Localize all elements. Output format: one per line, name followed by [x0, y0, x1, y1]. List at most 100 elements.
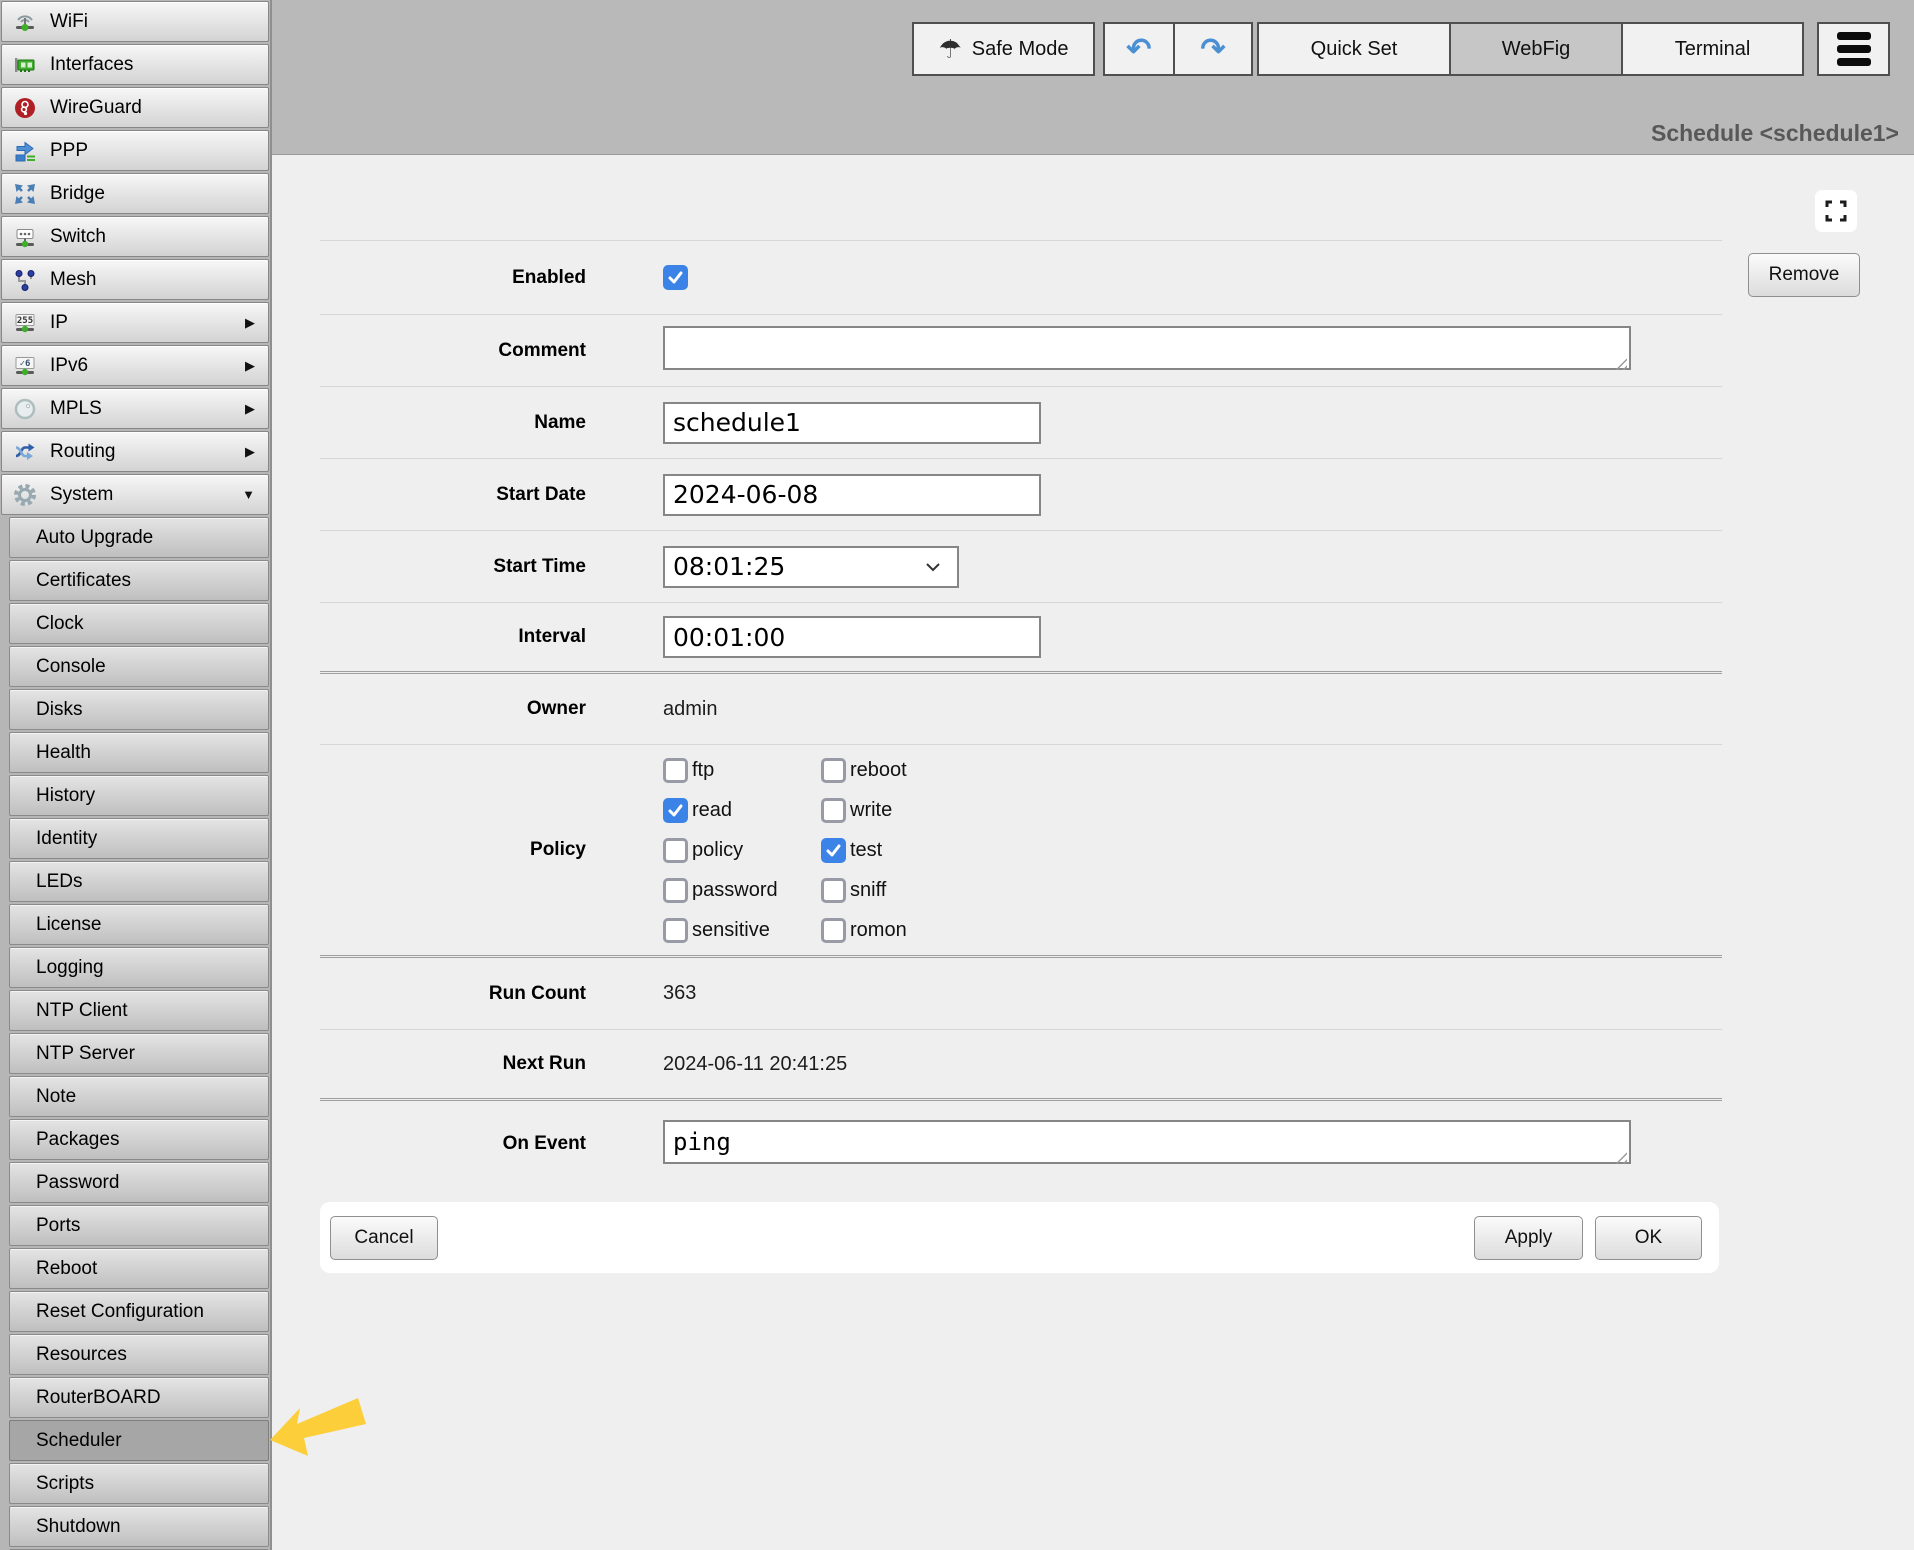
sidebar-item-leds[interactable]: LEDs — [9, 861, 269, 902]
ppp-icon — [11, 138, 39, 164]
sidebar-item-label: MPLS — [50, 398, 102, 420]
enabled-checkbox[interactable] — [663, 265, 688, 290]
sidebar-item-clock[interactable]: Clock — [9, 603, 269, 644]
form-row-interval: Interval — [320, 602, 1722, 671]
policy-label: Policy — [320, 839, 586, 861]
sidebar-item-wireguard[interactable]: WireGuard — [1, 87, 269, 128]
sidebar-item-health[interactable]: Health — [9, 732, 269, 773]
start-time-select[interactable]: 08:01:25 — [663, 546, 959, 588]
sidebar-item-bridge[interactable]: Bridge — [1, 173, 269, 214]
interval-input[interactable] — [663, 616, 1041, 658]
on-event-input[interactable]: ping — [663, 1120, 1631, 1164]
sidebar-item-label: Mesh — [50, 269, 96, 291]
sidebar-item-scripts[interactable]: Scripts — [9, 1463, 269, 1504]
policy-sensitive-checkbox[interactable] — [663, 918, 688, 943]
sidebar-item-ip[interactable]: 255 IP ▶ — [1, 302, 269, 343]
sidebar-item-ipv6[interactable]: ✓6 IPv6 ▶ — [1, 345, 269, 386]
sidebar-item-disks[interactable]: Disks — [9, 689, 269, 730]
sidebar-item-password[interactable]: Password — [9, 1162, 269, 1203]
enabled-label: Enabled — [320, 267, 586, 289]
switch-icon — [11, 224, 39, 250]
chevron-right-icon: ▶ — [245, 358, 255, 374]
policy-reboot-checkbox[interactable] — [821, 758, 846, 783]
undo-button[interactable]: ↶ — [1103, 22, 1175, 76]
form-row-comment: Comment — [320, 314, 1722, 386]
policy-password-checkbox[interactable] — [663, 878, 688, 903]
owner-label: Owner — [320, 698, 586, 720]
chevron-down-icon: ▼ — [242, 487, 255, 502]
tab-webfig[interactable]: WebFig — [1449, 22, 1623, 76]
sidebar-item-label: WireGuard — [50, 97, 142, 119]
sidebar-item-license[interactable]: License — [9, 904, 269, 945]
sidebar-item-ports[interactable]: Ports — [9, 1205, 269, 1246]
policy-write-checkbox[interactable] — [821, 798, 846, 823]
cancel-button[interactable]: Cancel — [330, 1216, 438, 1260]
sidebar-item-routerboard[interactable]: RouterBOARD — [9, 1377, 269, 1418]
action-bar: Cancel Apply OK — [320, 1202, 1719, 1273]
on-event-label: On Event — [320, 1133, 586, 1155]
sidebar-item-label: WiFi — [50, 11, 88, 33]
redo-button[interactable]: ↷ — [1173, 22, 1253, 76]
sidebar-item-auto-upgrade[interactable]: Auto Upgrade — [9, 517, 269, 558]
expand-icon — [1823, 198, 1849, 224]
chevron-right-icon: ▶ — [245, 401, 255, 417]
safe-mode-button[interactable]: ☂ Safe Mode — [912, 22, 1095, 76]
tab-quick-set[interactable]: Quick Set — [1257, 22, 1451, 76]
gear-icon — [11, 482, 39, 508]
policy-ftp-checkbox[interactable] — [663, 758, 688, 783]
sidebar-item-ppp[interactable]: PPP — [1, 130, 269, 171]
apply-button[interactable]: Apply — [1474, 1216, 1583, 1260]
sidebar-item-ntp-server[interactable]: NTP Server — [9, 1033, 269, 1074]
ipv6-icon: ✓6 — [11, 353, 39, 379]
policy-policy-checkbox[interactable] — [663, 838, 688, 863]
sidebar-item-note[interactable]: Note — [9, 1076, 269, 1117]
sidebar-item-resources[interactable]: Resources — [9, 1334, 269, 1375]
comment-input[interactable] — [663, 326, 1631, 370]
chevron-right-icon: ▶ — [245, 315, 255, 331]
policy-romon-checkbox[interactable] — [821, 918, 846, 943]
fullscreen-expand-button[interactable] — [1815, 190, 1857, 232]
form-row-policy: Policy ftp reboot read write policy test… — [320, 744, 1722, 955]
sidebar-item-reboot[interactable]: Reboot — [9, 1248, 269, 1289]
sidebar-item-scheduler[interactable]: Scheduler — [9, 1420, 269, 1461]
sidebar-item-identity[interactable]: Identity — [9, 818, 269, 859]
sidebar-item-label: IPv6 — [50, 355, 88, 377]
form-row-next-run: Next Run 2024-06-11 20:41:25 — [320, 1029, 1722, 1098]
sidebar-item-wifi[interactable]: WiFi — [1, 1, 269, 42]
ok-button[interactable]: OK — [1595, 1216, 1702, 1260]
start-date-input[interactable] — [663, 474, 1041, 516]
sidebar: WiFi Interfaces WireGuard PPP Bridge Swi… — [0, 0, 272, 1550]
sidebar-item-console[interactable]: Console — [9, 646, 269, 687]
sidebar-item-interfaces[interactable]: Interfaces — [1, 44, 269, 85]
sidebar-item-switch[interactable]: Switch — [1, 216, 269, 257]
name-label: Name — [320, 412, 586, 434]
start-date-label: Start Date — [320, 484, 586, 506]
sidebar-item-routing[interactable]: Routing ▶ — [1, 431, 269, 472]
sidebar-item-shutdown[interactable]: Shutdown — [9, 1506, 269, 1547]
sidebar-item-mpls[interactable]: MPLS ▶ — [1, 388, 269, 429]
webfig-page: WiFi Interfaces WireGuard PPP Bridge Swi… — [0, 0, 1914, 1550]
policy-sniff-checkbox[interactable] — [821, 878, 846, 903]
hamburger-menu-button[interactable] — [1817, 22, 1890, 76]
check-icon — [666, 268, 685, 287]
interfaces-icon — [11, 52, 39, 78]
sidebar-item-reset-configuration[interactable]: Reset Configuration — [9, 1291, 269, 1332]
sidebar-item-packages[interactable]: Packages — [9, 1119, 269, 1160]
policy-test-checkbox[interactable] — [821, 838, 846, 863]
remove-button[interactable]: Remove — [1748, 253, 1860, 297]
name-input[interactable] — [663, 402, 1041, 444]
tab-terminal[interactable]: Terminal — [1621, 22, 1804, 76]
sidebar-item-history[interactable]: History — [9, 775, 269, 816]
sidebar-item-mesh[interactable]: Mesh — [1, 259, 269, 300]
sidebar-item-certificates[interactable]: Certificates — [9, 560, 269, 601]
sidebar-item-ntp-client[interactable]: NTP Client — [9, 990, 269, 1031]
ip-icon: 255 — [11, 310, 39, 336]
form-row-owner: Owner admin — [320, 671, 1722, 744]
sidebar-item-system[interactable]: System ▼ — [1, 474, 269, 515]
svg-text:✓6: ✓6 — [20, 359, 31, 369]
sidebar-item-logging[interactable]: Logging — [9, 947, 269, 988]
wireguard-icon — [11, 95, 39, 121]
wifi-icon — [11, 9, 39, 35]
sidebar-item-label: Interfaces — [50, 54, 133, 76]
policy-read-checkbox[interactable] — [663, 798, 688, 823]
